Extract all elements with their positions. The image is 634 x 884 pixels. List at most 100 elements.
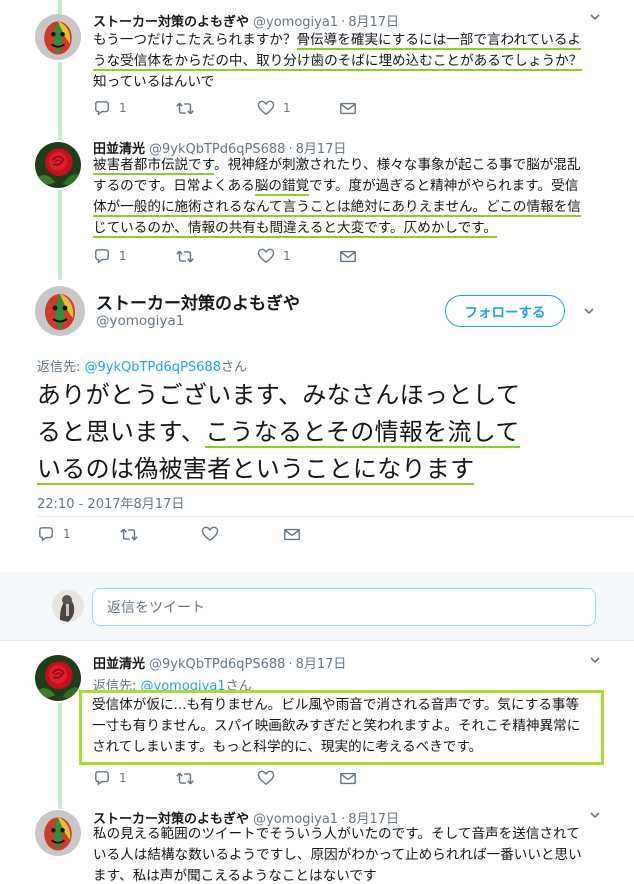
text-line: 一寸も有りません。スパイ映画飲みすぎだと笑われますよ。それこそ精神異常に xyxy=(92,718,581,734)
underlined-text: うな受信体をからだの中、取り分け歯のそばに埋め込むことがあるでしょうか？ xyxy=(93,53,583,71)
chevron-down-icon[interactable] xyxy=(582,304,596,322)
tweet-date[interactable]: 8月17日 xyxy=(348,15,399,30)
divider xyxy=(37,516,634,517)
mail-icon xyxy=(339,249,357,264)
underlined-text: いるのは偽被害者ということになります xyxy=(37,455,475,485)
heart-icon xyxy=(201,526,219,542)
retweet-button[interactable] xyxy=(175,249,257,264)
mail-icon xyxy=(283,527,301,542)
tweet-actions: 1 1 xyxy=(93,100,421,116)
underlined-text: 体が一般的に施術されるなんて言うことは絶対にありえません。どこの情報を信 xyxy=(93,199,581,217)
display-name[interactable]: ストーカー対策のよもぎや xyxy=(96,289,300,314)
tweet-date[interactable]: 8月17日 xyxy=(296,657,347,672)
tweet-text: もう一つだけこたえられますか？骨伝導を確実にするには一部で言われているよ うな受… xyxy=(93,30,583,93)
avatar[interactable] xyxy=(35,286,85,336)
chevron-down-icon[interactable] xyxy=(588,10,602,28)
reply-input[interactable]: 返信をツイート xyxy=(92,588,596,626)
underlined-text: じているのか、情報の共有も間違えると大変です。仄めかしです。 xyxy=(93,220,498,238)
tweet-3[interactable]: 田並清光 @9ykQbTPd6qPS688 · 8月17日 返信先: @yomogiy… xyxy=(0,641,634,791)
tweet-text: 私の見える範囲のツイートでそういう人がいたのです。そして音声を送信されて いる人… xyxy=(93,824,582,884)
text-line: いる人は結構な数いるようですし、原因がわかって止められれば一番いいと思い xyxy=(93,847,582,863)
handle[interactable]: @yomogiya1 xyxy=(253,15,338,30)
display-name[interactable]: ストーカー対策のよもぎや xyxy=(93,15,249,30)
tweet-text: 受信体が仮に...も有りません。ビル風や雨音で消される音声です。気にする事等 一… xyxy=(92,695,580,758)
underlined-text: 脳の錯覚 xyxy=(254,178,310,196)
text-segment: ると思います、 xyxy=(37,418,206,446)
underlined-text: こうなるとその情報を流して xyxy=(205,418,520,448)
thread-connector-line xyxy=(58,190,62,280)
like-button[interactable] xyxy=(201,526,283,542)
reply-button[interactable]: 1 xyxy=(37,526,119,542)
text-segment: 。視神経が刺激されたり、様々な事象が起こる事で脳が混乱 xyxy=(213,157,581,173)
text-segment: 知っているはんいで xyxy=(93,74,215,90)
text-line: ありがとうございます、みなさんほっとして xyxy=(37,381,521,409)
handle[interactable]: @yomogiya1 xyxy=(96,313,184,329)
like-count: 1 xyxy=(283,249,291,263)
reply-to-line: 返信先: @9ykQbTPd6qPS688さん xyxy=(37,356,247,375)
mail-icon xyxy=(339,771,357,786)
tweet-actions: 1 1 xyxy=(93,248,421,264)
avatar[interactable] xyxy=(35,655,81,701)
display-name[interactable]: 田並清光 xyxy=(93,657,145,672)
tweet-timestamp[interactable]: 22:10 - 2017年8月17日 xyxy=(37,493,184,512)
text-segment: もう一つだけこたえられますか？ xyxy=(93,32,297,48)
avatar[interactable] xyxy=(35,142,81,188)
tweet-1[interactable]: ストーカー対策のよもぎや @yomogiya1 · 8月17日 もう一つだけこたえられ… xyxy=(0,0,634,130)
main-tweet: ストーカー対策のよもぎや @yomogiya1 フォローする 返信先: @9yk… xyxy=(0,280,634,570)
tweet-header: 田並清光 @9ykQbTPd6qPS688 · 8月17日 xyxy=(93,657,347,672)
tweet-text: 被害者都市伝説です。視神経が刺激されたり、様々な事象が起こる事で脳が混乱 するの… xyxy=(93,155,581,239)
tweet-4[interactable]: ストーカー対策のよもぎや @yomogiya1 · 8月17日 私の見える範囲のツイー… xyxy=(0,800,634,884)
like-button[interactable]: 1 xyxy=(257,248,339,264)
reply-composer: 返信をツイート xyxy=(0,572,634,640)
text-segment: です。度が過ぎると精神がやられます。受信 xyxy=(309,178,579,194)
retweet-icon xyxy=(175,249,195,264)
dm-button[interactable] xyxy=(339,249,421,264)
dm-button[interactable] xyxy=(339,101,421,116)
reply-button[interactable]: 1 xyxy=(93,248,175,264)
retweet-button[interactable] xyxy=(175,101,257,116)
follow-button[interactable]: フォローする xyxy=(445,295,565,327)
text-line: ます、私は声が聞こえるようなことはないです xyxy=(93,868,377,884)
reply-button[interactable]: 1 xyxy=(93,100,175,116)
reply-to-label: 返信先: xyxy=(37,360,81,375)
retweet-icon xyxy=(175,101,195,116)
handle[interactable]: @9ykQbTPd6qPS688 xyxy=(149,657,285,672)
tweet-2[interactable]: 田並清光 @9ykQbTPd6qPS688 · 8月17日 被害者都市伝説です。視神経… xyxy=(0,130,634,280)
reply-button[interactable]: 1 xyxy=(93,770,175,786)
retweet-icon xyxy=(175,771,195,786)
reply-icon xyxy=(93,100,111,116)
like-button[interactable] xyxy=(257,770,339,786)
dm-button[interactable] xyxy=(339,771,421,786)
heart-icon xyxy=(257,770,275,786)
avatar[interactable] xyxy=(35,14,81,60)
heart-icon xyxy=(257,100,275,116)
like-count: 1 xyxy=(283,101,291,115)
reply-target-link[interactable]: @9ykQbTPd6qPS688 xyxy=(85,360,221,375)
text-line: 受信体が仮に...も有りません。ビル風や雨音で消される音声です。気にする事等 xyxy=(92,697,580,713)
text-line: 私の見える範囲のツイートでそういう人がいたのです。そして音声を送信されて xyxy=(93,826,580,842)
reply-count: 1 xyxy=(119,771,127,785)
chevron-down-icon[interactable] xyxy=(588,653,602,671)
retweet-icon xyxy=(119,527,139,542)
retweet-button[interactable] xyxy=(175,771,257,786)
text-line: されてしまいます。もっと科学的に、現実的に考えるべきです。 xyxy=(92,739,483,755)
reply-count: 1 xyxy=(119,101,127,115)
thread-connector-line xyxy=(58,62,62,140)
text-segment: するのです。日常よくある xyxy=(93,178,255,194)
chevron-down-icon[interactable] xyxy=(588,808,602,826)
reply-icon xyxy=(93,770,111,786)
main-tweet-text: ありがとうございます、みなさんほっとして ると思います、こうなるとその情報を流し… xyxy=(37,377,520,488)
avatar[interactable] xyxy=(35,810,81,856)
underlined-text: 被害者都市伝説です xyxy=(93,157,214,175)
tweet-actions: 1 xyxy=(37,526,365,542)
retweet-button[interactable] xyxy=(119,527,201,542)
dm-button[interactable] xyxy=(283,527,365,542)
reply-count: 1 xyxy=(119,249,127,263)
reply-icon xyxy=(93,248,111,264)
thread-connector-line xyxy=(58,703,62,809)
reply-count: 1 xyxy=(63,527,71,541)
tweet-header: ストーカー対策のよもぎや @yomogiya1 · 8月17日 xyxy=(93,15,400,30)
tweet-actions: 1 xyxy=(93,770,421,786)
like-button[interactable]: 1 xyxy=(257,100,339,116)
current-user-avatar[interactable] xyxy=(52,590,84,622)
